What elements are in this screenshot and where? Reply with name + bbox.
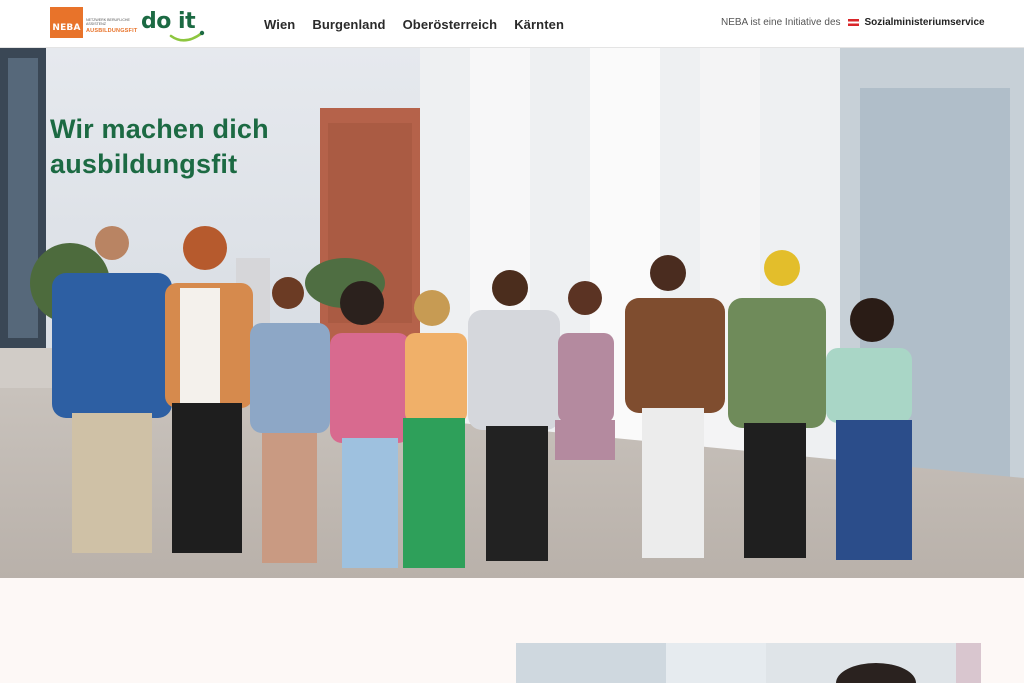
doit-logo[interactable]: do it (141, 9, 207, 45)
neba-logo[interactable]: NEBA Netzwerk Berufliche Assistenz AUSBI… (50, 7, 137, 38)
doit-swoosh-icon (169, 30, 205, 42)
initiative-text: NEBA ist eine Initiative des (721, 17, 841, 28)
nav-item-oberoesterreich[interactable]: Oberösterreich (403, 17, 498, 32)
neba-logo-subtitle: Netzwerk Berufliche Assistenz (86, 18, 130, 26)
neba-logo-text: Netzwerk Berufliche Assistenz AUSBILDUNG… (86, 18, 137, 34)
austria-flag-icon (847, 19, 859, 26)
neba-logo-ausbildungsfit: AUSBILDUNGSFIT (86, 28, 138, 34)
hero-title-line-1: Wir machen dich (50, 114, 269, 144)
nav-item-burgenland[interactable]: Burgenland (312, 17, 385, 32)
content-image-preview (516, 643, 981, 683)
nav-item-kaernten[interactable]: Kärnten (514, 17, 564, 32)
neba-logo-mark: NEBA (50, 7, 83, 38)
hero-banner: Wir machen dich ausbildungsfit (0, 48, 1024, 578)
site-header: NEBA Netzwerk Berufliche Assistenz AUSBI… (0, 0, 1024, 48)
sozialministeriumservice-link[interactable]: Sozialministeriumservice (865, 17, 985, 28)
initiative-note[interactable]: NEBA ist eine Initiative des Sozialminis… (721, 17, 985, 28)
nav-item-wien[interactable]: Wien (264, 17, 295, 32)
hero-title: Wir machen dich ausbildungsfit (50, 112, 269, 182)
main-navigation: Wien Burgenland Oberösterreich Kärnten (264, 17, 564, 32)
hero-title-line-2: ausbildungsfit (50, 149, 238, 179)
content-photo (516, 643, 981, 683)
